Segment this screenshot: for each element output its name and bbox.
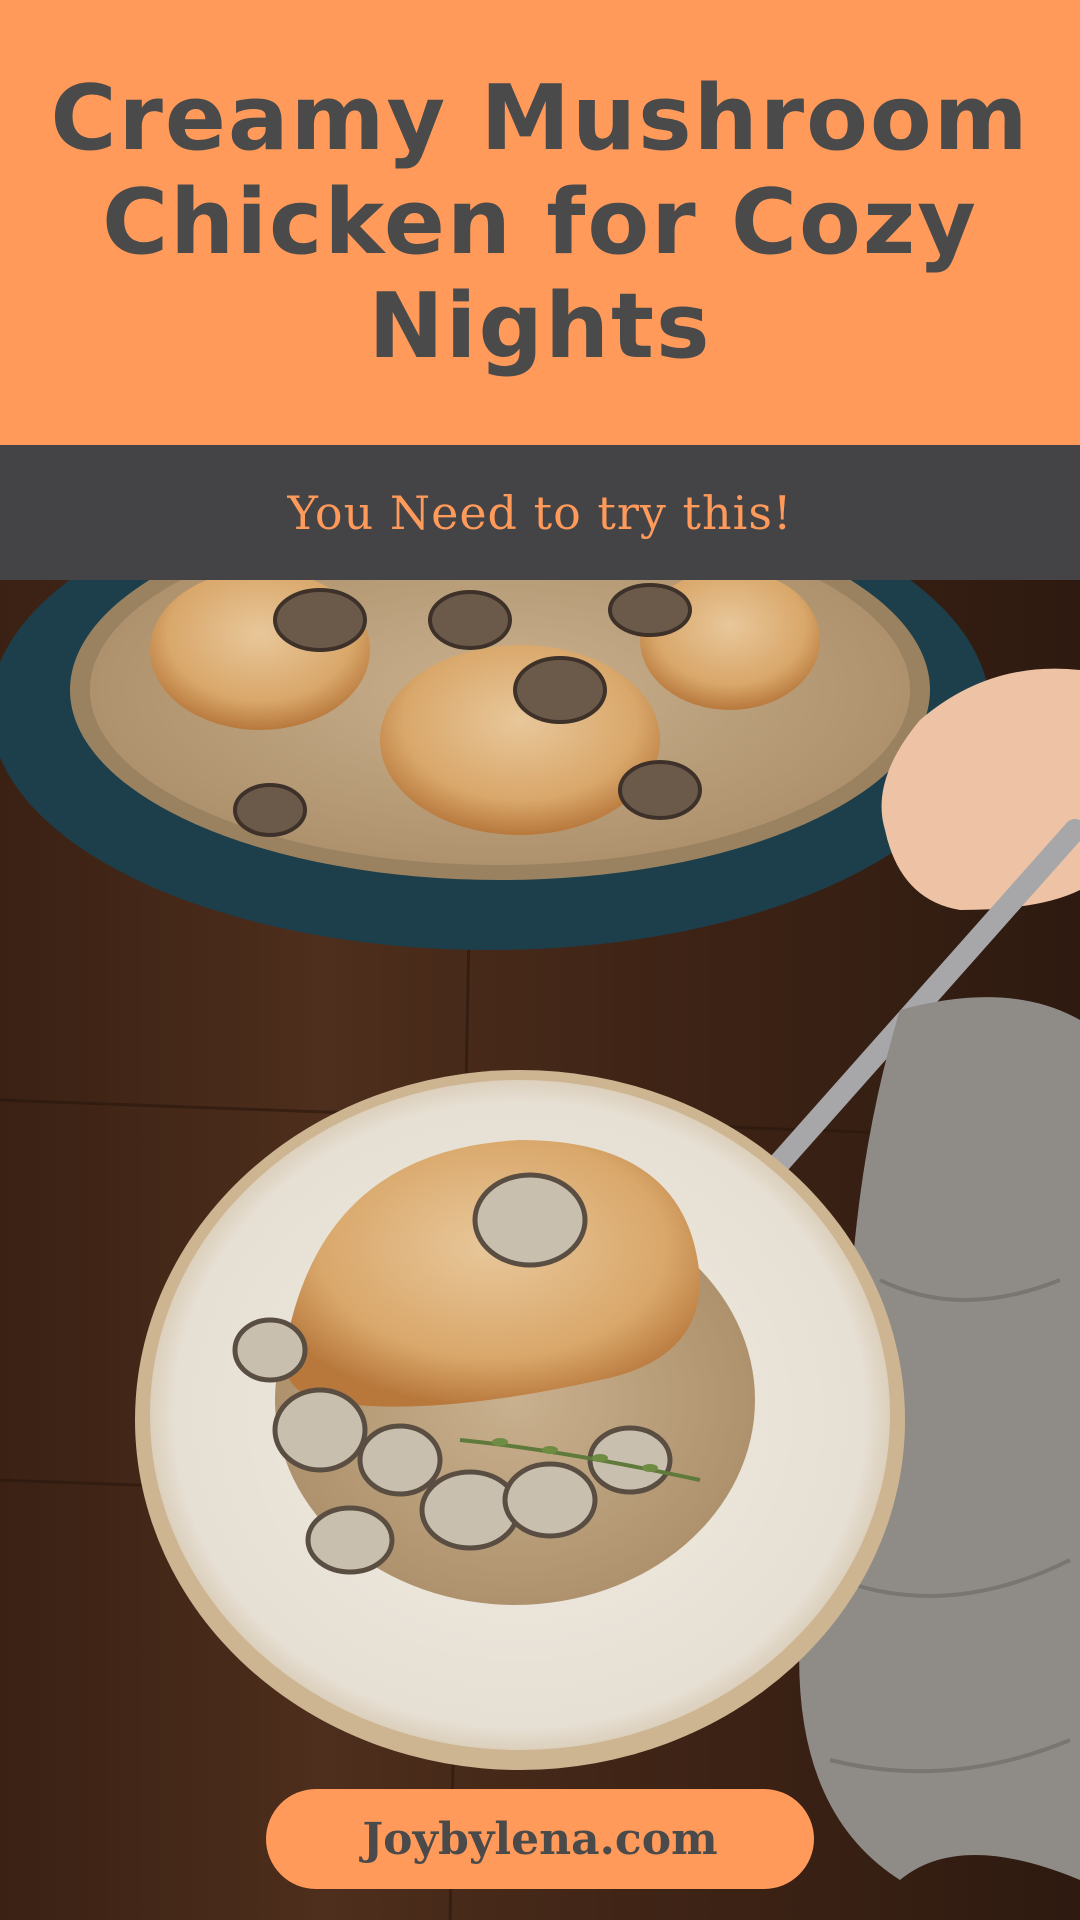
tagline: You Need to try this!	[287, 485, 793, 540]
subtitle-bar: You Need to try this!	[0, 445, 1080, 580]
food-photo	[0, 580, 1080, 1920]
food-illustration	[0, 580, 1080, 1920]
website-badge: Joybylena.com	[266, 1789, 814, 1889]
website-label: Joybylena.com	[362, 1813, 718, 1865]
page-title: Creamy Mushroom Chicken for Cozy Nights	[50, 65, 1030, 379]
header-banner: Creamy Mushroom Chicken for Cozy Nights	[0, 0, 1080, 445]
plate	[135, 1070, 905, 1770]
